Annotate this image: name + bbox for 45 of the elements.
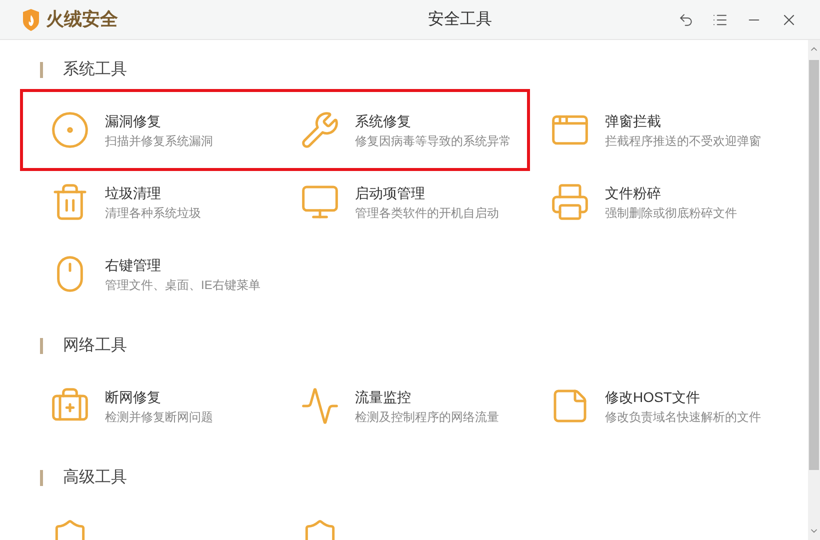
section-title: 系统工具: [63, 60, 127, 80]
tool-item[interactable]: 垃圾清理 清理各种系统垃圾: [25, 166, 275, 238]
tool-title: 文件粉碎: [605, 184, 662, 202]
shield-flame-logo-icon: [22, 8, 40, 30]
tool-title: 修改HOST文件: [605, 388, 701, 406]
app-name: 火绒安全: [46, 8, 118, 31]
tool-description: 检测及控制程序的网络流量: [355, 408, 499, 424]
tool-title: 启动项管理: [355, 184, 426, 202]
section-marker: [40, 62, 43, 78]
tool-description: 管理各类软件的开机自启动: [355, 204, 499, 220]
scroll-thumb[interactable]: [809, 60, 819, 470]
tool-description: 管理文件、桌面、IE右键菜单: [105, 276, 260, 292]
tool-item[interactable]: 系统修复 修复因病毒等导致的系统异常: [275, 94, 525, 166]
tool-description: 拦截程序推送的不受欢迎弹窗: [605, 132, 761, 148]
tool-item[interactable]: 漏洞修复 扫描并修复系统漏洞: [25, 94, 275, 166]
section-marker: [40, 338, 43, 354]
tool-item[interactable]: 启动项管理 管理各类软件的开机自启动: [275, 166, 525, 238]
wrench-icon: [300, 110, 340, 150]
ring-icon: [50, 110, 90, 150]
tool-item[interactable]: 修改HOST文件 修改负责域名快速解析的文件: [525, 370, 775, 442]
tool-title: 系统修复: [355, 112, 412, 130]
tool-title: 右键管理: [105, 256, 162, 274]
tool-description: 检测并修复断网问题: [105, 408, 213, 424]
scrollbar[interactable]: [808, 40, 820, 540]
tool-item[interactable]: 右键管理 管理文件、桌面、IE右键菜单: [25, 238, 275, 310]
tool-description: 扫描并修复系统漏洞: [105, 132, 213, 148]
section-marker: [40, 470, 43, 486]
tool-title: 流量监控: [355, 388, 412, 406]
tool-title: 弹窗拦截: [605, 112, 662, 130]
tool-item[interactable]: 文件粉碎 强制删除或彻底粉碎文件: [525, 166, 775, 238]
section-title: 网络工具: [63, 336, 127, 356]
pulse-icon: [300, 386, 340, 426]
tool-title: 断网修复: [105, 388, 162, 406]
tool-item[interactable]: 流量监控 检测及控制程序的网络流量: [275, 370, 525, 442]
tool-description: 修改负责域名快速解析的文件: [605, 408, 761, 424]
tool-title: 漏洞修复: [105, 112, 162, 130]
tool-title: 垃圾清理: [105, 184, 162, 202]
back-icon[interactable]: [678, 12, 694, 28]
tool-description: 修复因病毒等导致的系统异常: [355, 132, 511, 148]
tool-description: 强制删除或彻底粉碎文件: [605, 204, 737, 220]
tool-description: 清理各种系统垃圾: [105, 204, 201, 220]
window-title: 安全工具: [427, 10, 493, 30]
tool-item[interactable]: 断网修复 检测并修复断网问题: [25, 370, 275, 442]
tool-item[interactable]: 弹窗拦截 拦截程序推送的不受欢迎弹窗: [525, 94, 775, 166]
section-title: 高级工具: [63, 468, 127, 488]
